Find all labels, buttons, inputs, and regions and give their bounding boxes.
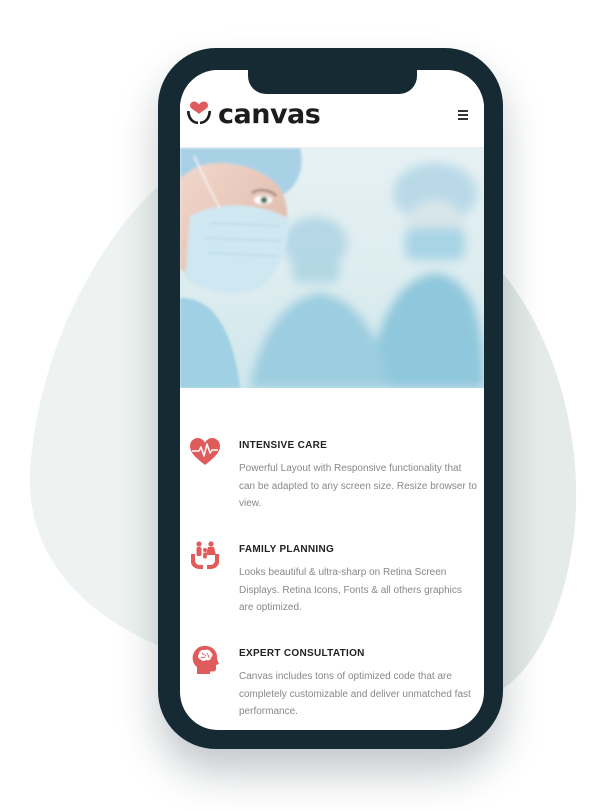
heart-pulse-icon [190,438,220,465]
phone-screen: canvas INTENSIVE CARE Powerful Layout wi… [180,70,484,730]
feature-title: INTENSIVE CARE [239,440,328,451]
head-brain-icon [192,645,219,674]
hamburger-menu-icon[interactable] [458,110,468,120]
family-hands-icon [191,541,219,569]
feature-title: FAMILY PLANNING [239,544,335,555]
surgeons-photo [180,148,484,388]
logo-text: canvas [218,98,321,130]
feature-description: Looks beautiful & ultra-sharp on Retina … [239,567,462,613]
feature-title: EXPERT CONSULTATION [239,648,365,659]
phone-notch [248,70,417,94]
heart-hands-icon [187,101,211,124]
feature-description: Canvas includes tons of optimized code t… [239,671,471,717]
hero-image [180,148,484,388]
logo[interactable]: canvas [185,98,321,130]
feature-description: Powerful Layout with Responsive function… [239,463,477,509]
